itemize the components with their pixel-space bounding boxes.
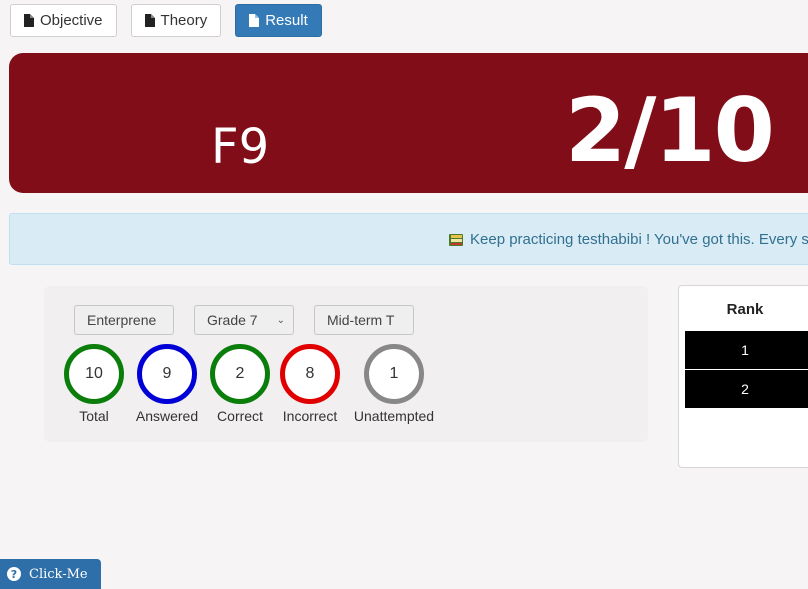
rank-card: Rank 1 2 [678, 285, 808, 468]
term-select-value: Mid-term T [327, 312, 395, 328]
stat-label: Unattempted [353, 408, 435, 424]
grade-select[interactable]: Grade 7 ⌄ [194, 305, 294, 335]
stat-ring: 9 [137, 344, 197, 404]
subject-select-value: Enterprene [87, 312, 157, 328]
chevron-down-icon: ⌄ [276, 314, 285, 326]
encouragement-alert: Keep practicing testhabibi ! You've got … [9, 213, 808, 265]
term-select[interactable]: Mid-term T [314, 305, 414, 335]
stat-incorrect: 8 Incorrect [265, 344, 355, 424]
stat-ring: 2 [210, 344, 270, 404]
stat-ring: 10 [64, 344, 124, 404]
alert-message: Keep practicing testhabibi ! You've got … [470, 231, 808, 248]
rank-row: 1 [685, 331, 808, 369]
stat-label: Incorrect [282, 408, 338, 424]
help-button[interactable]: ? Click-Me [0, 559, 101, 589]
file-icon [249, 14, 260, 27]
tab-label: Theory [160, 12, 208, 29]
tab-theory[interactable]: Theory [130, 4, 222, 37]
book-icon [448, 233, 464, 247]
tab-label: Result [265, 12, 308, 29]
grade-select-value: Grade 7 [207, 312, 258, 328]
grade-text: F9 [211, 119, 270, 175]
tab-objective[interactable]: Objective [10, 4, 117, 37]
rank-row: 2 [685, 370, 808, 408]
score-banner: F9 2/10 [9, 53, 808, 193]
question-icon: ? [7, 567, 21, 581]
tab-label: Objective [40, 12, 103, 29]
file-icon [24, 14, 34, 27]
tab-bar: Objective Theory Result [10, 4, 322, 37]
score-text: 2/10 [565, 79, 775, 182]
stat-ring: 8 [280, 344, 340, 404]
stat-ring: 1 [364, 344, 424, 404]
tab-result[interactable]: Result [235, 4, 322, 37]
file-icon [144, 14, 155, 27]
rank-header: Rank [726, 300, 764, 318]
stat-unattempted: 1 Unattempted [343, 344, 445, 424]
subject-select[interactable]: Enterprene [74, 305, 174, 335]
help-label: Click-Me [29, 566, 88, 582]
